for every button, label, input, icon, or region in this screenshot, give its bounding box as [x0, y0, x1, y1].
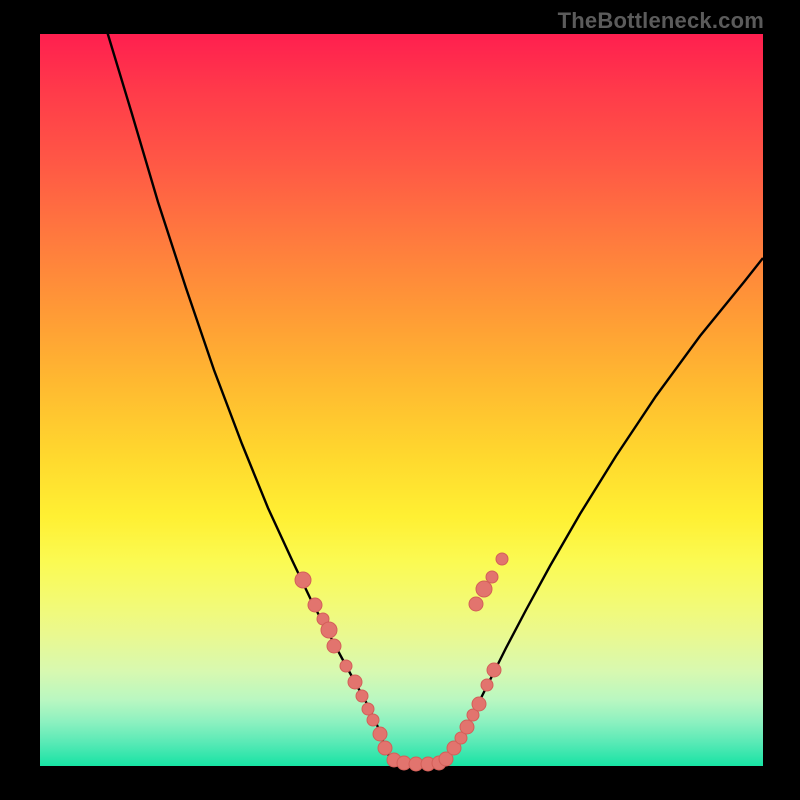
data-dot	[295, 572, 311, 588]
data-dot	[486, 571, 498, 583]
data-dot	[476, 581, 492, 597]
data-dot	[460, 720, 474, 734]
data-dot	[356, 690, 368, 702]
data-dot	[487, 663, 501, 677]
chart-frame: TheBottleneck.com	[0, 0, 800, 800]
data-dot	[348, 675, 362, 689]
data-dots	[295, 553, 508, 771]
curve-left	[106, 28, 398, 764]
data-dot	[340, 660, 352, 672]
data-dot	[362, 703, 374, 715]
data-dot	[481, 679, 493, 691]
data-dot	[327, 639, 341, 653]
plot-area	[40, 34, 763, 766]
data-dot	[378, 741, 392, 755]
data-dot	[321, 622, 337, 638]
data-dot	[308, 598, 322, 612]
watermark-text: TheBottleneck.com	[558, 8, 764, 34]
data-dot	[373, 727, 387, 741]
data-dot	[469, 597, 483, 611]
data-dot	[472, 697, 486, 711]
chart-svg	[40, 34, 763, 766]
data-dot	[367, 714, 379, 726]
data-dot	[496, 553, 508, 565]
